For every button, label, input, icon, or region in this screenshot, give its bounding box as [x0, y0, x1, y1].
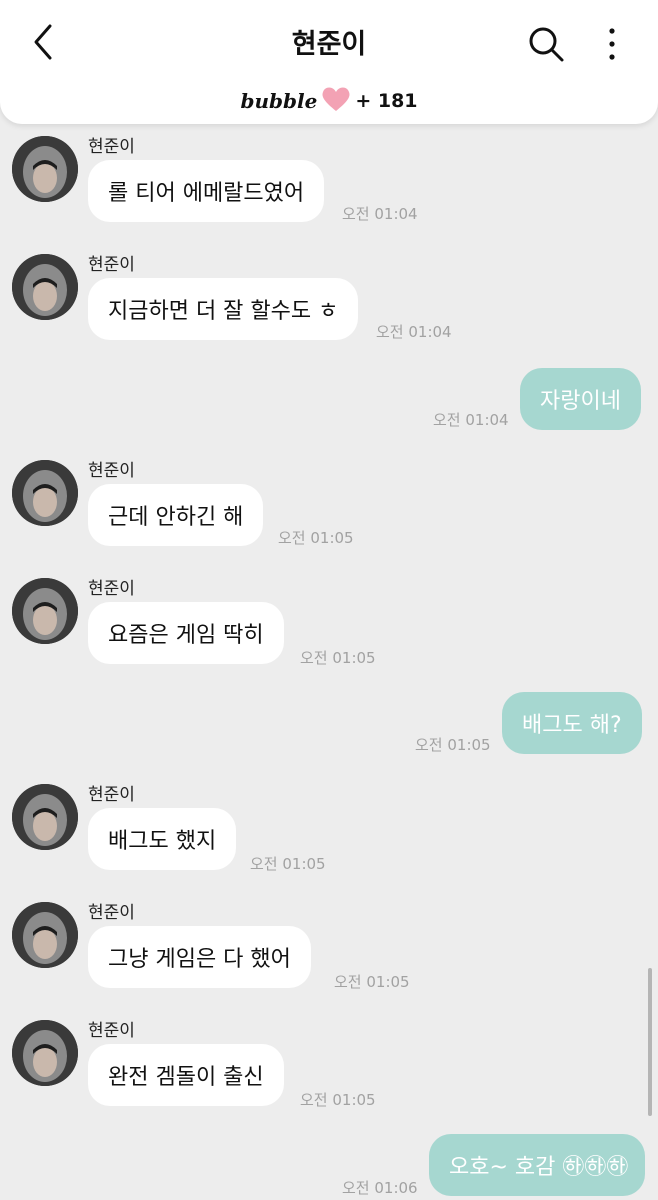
message-bubble[interactable]: 배그도 해?: [502, 692, 642, 754]
message-time: 오전 01:05: [300, 1091, 376, 1109]
scrollbar[interactable]: [648, 968, 652, 1116]
message-row: 현준이 근데 안하긴 해 오전 01:05: [0, 456, 658, 552]
avatar[interactable]: [12, 902, 78, 968]
message-bubble[interactable]: 지금하면 더 잘 할수도 ㅎ: [88, 278, 359, 340]
message-bubble[interactable]: 배그도 했지: [88, 808, 237, 870]
message-time: 오전 01:04: [433, 411, 509, 429]
sender-name: 현준이: [88, 137, 135, 157]
message-row: 배그도 해? 오전 01:05: [0, 690, 658, 756]
sender-name: 현준이: [88, 1021, 135, 1041]
more-vertical-icon[interactable]: [596, 22, 628, 66]
avatar[interactable]: [12, 1020, 78, 1086]
message-row: 현준이 지금하면 더 잘 할수도 ㅎ 오전 01:04: [0, 250, 658, 346]
message-row: 현준이 배그도 했지 오전 01:05: [0, 780, 658, 876]
message-bubble[interactable]: 요즘은 게임 딱히: [88, 602, 284, 664]
message-time: 오전 01:05: [300, 649, 376, 667]
message-bubble[interactable]: 근데 안하긴 해: [88, 484, 264, 546]
subscription-row[interactable]: bubble + 181: [0, 86, 658, 116]
subscriber-count: + 181: [355, 90, 418, 112]
avatar[interactable]: [12, 578, 78, 644]
message-bubble[interactable]: 그냥 게임은 다 했어: [88, 926, 311, 988]
message-time: 오전 01:04: [376, 323, 452, 341]
chat-header: 현준이 bubble + 181: [0, 0, 658, 124]
message-time: 오전 01:05: [250, 855, 326, 873]
message-row: 자랑이네 오전 01:04: [0, 366, 658, 432]
message-bubble[interactable]: 롤 티어 에메랄드였어: [88, 160, 325, 222]
message-bubble[interactable]: 오호~ 호감 ㉻㉻㉻: [429, 1134, 645, 1196]
message-time: 오전 01:06: [342, 1179, 418, 1197]
sender-name: 현준이: [88, 461, 135, 481]
heart-icon: [321, 86, 351, 116]
avatar[interactable]: [12, 784, 78, 850]
message-time: 오전 01:05: [278, 529, 354, 547]
message-row: 현준이 완전 겜돌이 출신 오전 01:05: [0, 1016, 658, 1112]
message-time: 오전 01:04: [342, 205, 418, 223]
message-bubble[interactable]: 자랑이네: [520, 368, 641, 430]
message-time: 오전 01:05: [334, 973, 410, 991]
bubble-brand: bubble: [240, 89, 318, 113]
avatar[interactable]: [12, 136, 78, 202]
avatar[interactable]: [12, 460, 78, 526]
sender-name: 현준이: [88, 255, 135, 275]
sender-name: 현준이: [88, 785, 135, 805]
sender-name: 현준이: [88, 903, 135, 923]
message-time: 오전 01:05: [415, 736, 491, 754]
message-row: 오호~ 호감 ㉻㉻㉻ 오전 01:06: [0, 1132, 658, 1200]
avatar[interactable]: [12, 254, 78, 320]
message-bubble[interactable]: 완전 겜돌이 출신: [88, 1044, 284, 1106]
message-row: 현준이 롤 티어 에메랄드였어 오전 01:04: [0, 132, 658, 228]
message-row: 현준이 그냥 게임은 다 했어 오전 01:05: [0, 898, 658, 994]
sender-name: 현준이: [88, 579, 135, 599]
message-row: 현준이 요즘은 게임 딱히 오전 01:05: [0, 574, 658, 670]
search-icon[interactable]: [524, 22, 568, 66]
